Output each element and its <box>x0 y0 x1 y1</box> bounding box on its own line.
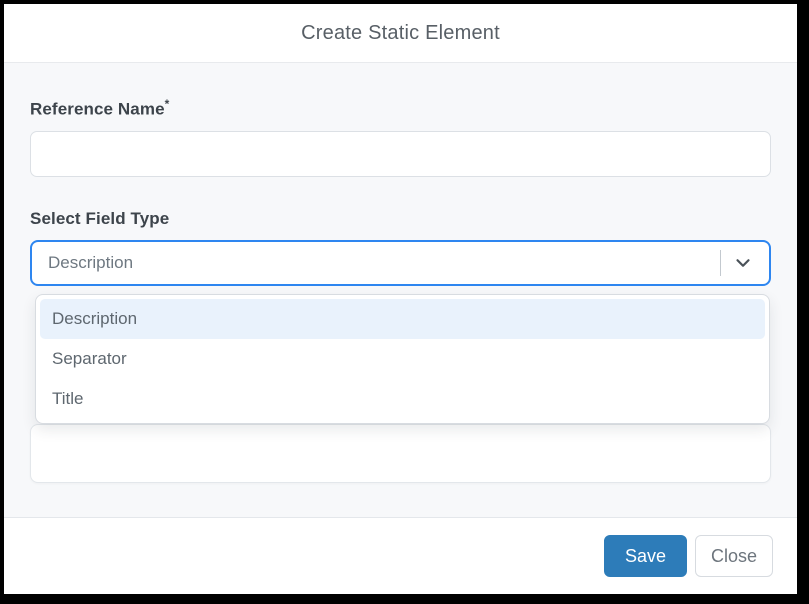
reference-name-label-text: Reference Name <box>30 99 165 119</box>
field-type-selected-value: Description <box>48 252 134 272</box>
reference-name-field-group: Reference Name* <box>30 97 771 177</box>
field-type-field-group: Select Field Type Description Descriptio… <box>30 209 771 483</box>
modal-footer: Save Close <box>4 517 797 594</box>
select-field-type-label: Select Field Type <box>30 208 170 228</box>
dropdown-option-title[interactable]: Title <box>40 379 765 419</box>
select-end-adornment <box>720 249 769 276</box>
reference-name-label: Reference Name* <box>30 97 771 120</box>
field-type-dropdown-panel: Description Separator Title <box>35 293 770 424</box>
dropdown-option-separator[interactable]: Separator <box>40 339 765 379</box>
description-textarea[interactable] <box>30 423 771 483</box>
modal-header: Create Static Element <box>4 4 797 63</box>
required-asterisk: * <box>164 97 170 111</box>
field-type-select[interactable]: Description <box>30 239 771 286</box>
close-button[interactable]: Close <box>694 535 773 577</box>
field-type-select-wrap: Description Description Separator Title <box>30 239 771 424</box>
dropdown-option-description[interactable]: Description <box>40 298 765 339</box>
chevron-down-icon[interactable] <box>732 252 754 274</box>
select-divider <box>720 249 721 276</box>
modal-body: Reference Name* Select Field Type Descri… <box>4 63 797 517</box>
create-static-element-modal: Create Static Element Reference Name* Se… <box>4 4 797 594</box>
save-button[interactable]: Save <box>603 535 687 577</box>
reference-name-input[interactable] <box>30 130 771 177</box>
modal-title: Create Static Element <box>301 21 500 44</box>
